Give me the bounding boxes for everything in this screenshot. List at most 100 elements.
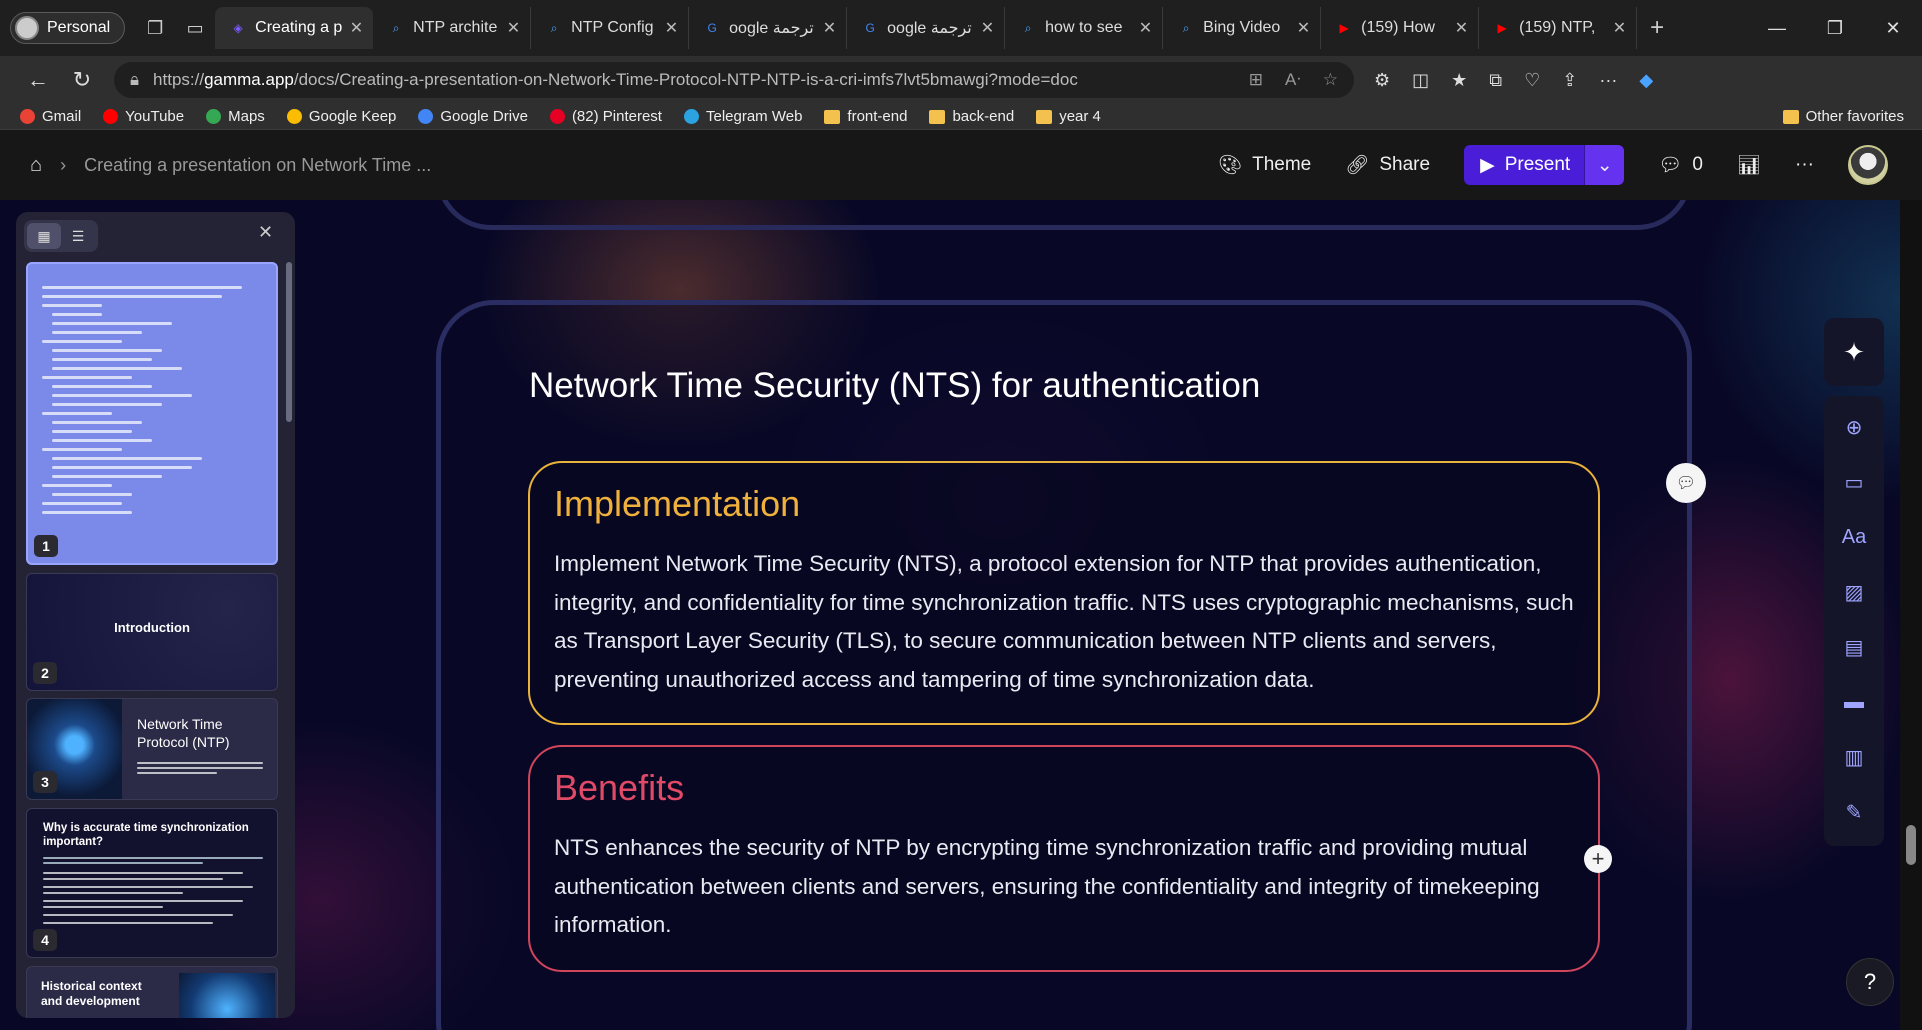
close-panel-icon[interactable]: ✕: [258, 222, 273, 243]
url-bar[interactable]: 🔒︎ https://gamma.app/docs/Creating-a-pre…: [114, 62, 1354, 98]
doc-title[interactable]: Creating a presentation on Network Time …: [84, 155, 431, 176]
close-tab-icon[interactable]: ✕: [1297, 18, 1310, 38]
page-scrollbar[interactable]: [1900, 200, 1922, 1030]
comments-button[interactable]: 💬︎ 0: [1658, 153, 1703, 177]
browser-tab-bar: Personal ❐ ▭ ◈ Creating a p ✕ ⌕ NTP archite ✕…: [0, 0, 1922, 56]
benefits-box[interactable]: Benefits NTS enhances the security of NT…: [528, 745, 1600, 972]
tab-title: Creating a p: [255, 19, 342, 36]
profile-button[interactable]: Personal: [10, 12, 126, 44]
image-icon[interactable]: ▨: [1840, 573, 1868, 611]
browser-tab[interactable]: Google ترجمة ✕: [689, 7, 848, 49]
user-avatar[interactable]: [1848, 145, 1888, 185]
scroll-thumb[interactable]: [1906, 825, 1916, 865]
chart-icon[interactable]: ▥: [1840, 738, 1868, 776]
grid-view-icon[interactable]: ▦: [27, 223, 61, 249]
ai-assistant-icon[interactable]: ✦: [1824, 318, 1884, 386]
slide-thumbnail-5[interactable]: Historical context and development: [26, 966, 278, 1018]
minimize-icon[interactable]: —: [1748, 18, 1806, 39]
collections-icon[interactable]: ⧉: [1489, 70, 1502, 91]
close-tab-icon[interactable]: ✕: [1613, 18, 1626, 38]
bing-search-icon: ⌕: [1182, 20, 1190, 35]
extensions-icon[interactable]: ⚙: [1374, 70, 1390, 91]
close-tab-icon[interactable]: ✕: [665, 18, 678, 38]
browser-tab[interactable]: ⌕ NTP Config ✕: [531, 7, 690, 49]
other-favorites[interactable]: Other favorites: [1782, 108, 1904, 125]
embed-icon[interactable]: ▬: [1840, 683, 1868, 721]
browser-tab[interactable]: ▶ (159) NTP, ✕: [1479, 7, 1638, 49]
bookmark-item[interactable]: Gmail: [20, 108, 81, 125]
workspaces-icon[interactable]: ❐: [135, 8, 175, 48]
close-tab-icon[interactable]: ✕: [981, 18, 994, 38]
slide-thumbnail-2[interactable]: Introduction 2: [26, 573, 278, 691]
analytics-icon[interactable]: 📊︎: [1737, 153, 1761, 177]
app-header: ⌂ › Creating a presentation on Network T…: [0, 130, 1922, 200]
more-menu-icon[interactable]: ···: [1599, 70, 1617, 91]
list-view-icon[interactable]: ☰: [61, 223, 95, 249]
slide-thumb-title: Network Time Protocol (NTP): [137, 716, 230, 750]
copilot-icon[interactable]: ◆: [1639, 70, 1653, 91]
bookmark-item[interactable]: front-end: [824, 108, 907, 125]
tab-title: (159) NTP,: [1519, 19, 1596, 36]
browser-tab[interactable]: ⌕ Bing Video ✕: [1163, 7, 1322, 49]
bookmark-item[interactable]: year 4: [1036, 108, 1101, 125]
form-icon[interactable]: ✎: [1840, 793, 1868, 831]
present-button[interactable]: ▶ Present: [1464, 145, 1585, 185]
favorite-star-icon[interactable]: ☆: [1323, 70, 1338, 90]
bookmark-item[interactable]: YouTube: [103, 108, 184, 125]
home-icon[interactable]: ⌂: [30, 154, 42, 177]
add-comment-icon[interactable]: 💬︎: [1666, 463, 1706, 503]
performance-icon[interactable]: ♡: [1524, 70, 1540, 91]
benefits-heading[interactable]: Benefits: [554, 767, 1574, 809]
slide-thumbnail-3[interactable]: Network Time Protocol (NTP) 3: [26, 698, 278, 800]
add-card-icon[interactable]: ⊕: [1840, 408, 1868, 446]
close-window-icon[interactable]: ✕: [1864, 18, 1922, 39]
close-tab-icon[interactable]: ✕: [823, 18, 836, 38]
browser-tab[interactable]: ⌕ how to see ✕: [1005, 7, 1164, 49]
split-screen-icon[interactable]: ◫: [1412, 70, 1429, 91]
back-icon[interactable]: ←: [16, 60, 60, 100]
benefits-body[interactable]: NTS enhances the security of NTP by encr…: [554, 829, 1574, 945]
favorites-icon[interactable]: ★: [1451, 70, 1467, 91]
more-options-icon[interactable]: ···: [1795, 154, 1814, 176]
video-icon[interactable]: ▤: [1840, 628, 1868, 666]
add-block-icon[interactable]: +: [1584, 845, 1612, 873]
close-tab-icon[interactable]: ✕: [1455, 18, 1468, 38]
present-control: ▶ Present ⌄: [1464, 145, 1625, 185]
close-tab-icon[interactable]: ✕: [350, 18, 363, 38]
bookmark-item[interactable]: Google Drive: [418, 108, 528, 125]
slide-number: 2: [33, 662, 57, 684]
close-tab-icon[interactable]: ✕: [1139, 18, 1152, 38]
bookmark-item[interactable]: Google Keep: [286, 108, 396, 125]
panel-scrollbar[interactable]: [286, 262, 292, 422]
present-dropdown-button[interactable]: ⌄: [1584, 145, 1625, 185]
bookmark-item[interactable]: back-end: [929, 108, 1014, 125]
close-tab-icon[interactable]: ✕: [507, 18, 520, 38]
implementation-box[interactable]: Implementation Implement Network Time Se…: [528, 461, 1600, 725]
help-button[interactable]: ?: [1846, 958, 1894, 1006]
bookmark-item[interactable]: Maps: [206, 108, 265, 125]
slide-title[interactable]: Network Time Security (NTS) for authenti…: [529, 366, 1260, 406]
browser-tab[interactable]: ◈ Creating a p ✕: [215, 7, 374, 49]
new-tab-button[interactable]: +: [1637, 8, 1677, 48]
share-browser-icon[interactable]: ⇪: [1562, 70, 1577, 91]
app-available-icon[interactable]: ⊞: [1249, 70, 1263, 90]
browser-tab[interactable]: ▶ (159) How ✕: [1321, 7, 1480, 49]
share-button[interactable]: 🔗︎ Share: [1345, 153, 1430, 177]
bookmark-item[interactable]: Telegram Web: [683, 108, 802, 125]
theme-button[interactable]: 🎨︎ Theme: [1218, 153, 1311, 177]
bookmark-item[interactable]: (82) Pinterest: [549, 108, 662, 125]
refresh-icon[interactable]: ↻: [60, 60, 104, 100]
browser-tab[interactable]: Google ترجمة ✕: [847, 7, 1006, 49]
slide-thumbnail-4[interactable]: Why is accurate time synchronization imp…: [26, 808, 278, 958]
restore-icon[interactable]: ❐: [1806, 18, 1864, 39]
browser-tab[interactable]: ⌕ NTP archite ✕: [373, 7, 532, 49]
read-aloud-icon[interactable]: Aᐧ: [1285, 70, 1301, 90]
profile-avatar: [15, 16, 39, 40]
slide-thumbnail-1[interactable]: 1: [26, 262, 278, 565]
text-style-icon[interactable]: Aa: [1840, 518, 1868, 556]
implementation-heading[interactable]: Implementation: [554, 483, 1574, 525]
maps-icon: [206, 109, 222, 124]
card-layout-icon[interactable]: ▭: [1840, 463, 1868, 501]
tab-actions-icon[interactable]: ▭: [175, 8, 215, 48]
implementation-body[interactable]: Implement Network Time Security (NTS), a…: [554, 545, 1574, 699]
